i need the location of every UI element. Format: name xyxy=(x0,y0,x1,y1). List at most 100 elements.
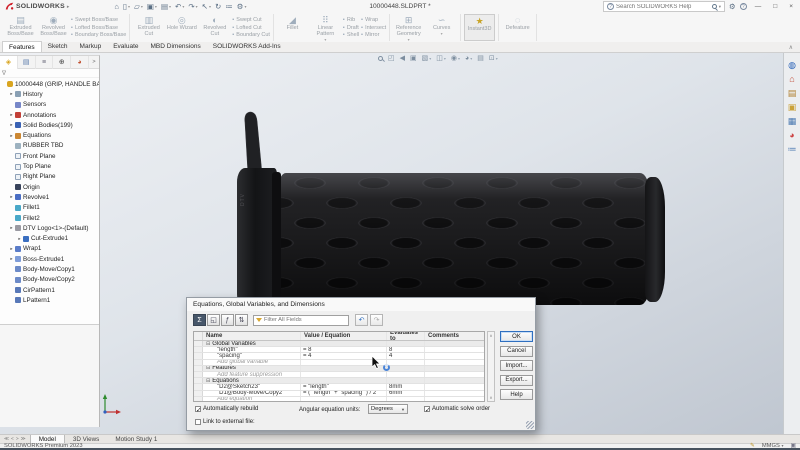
cell-name[interactable]: Add equation xyxy=(203,397,301,402)
tree-item-history[interactable]: ▸History xyxy=(0,89,99,99)
cell-comment[interactable] xyxy=(425,384,484,389)
expand-arrow-icon[interactable]: ▸ xyxy=(9,256,14,262)
help-search-box[interactable]: ? ▾ xyxy=(603,1,725,12)
column-header-value-equation[interactable]: Value / Equation xyxy=(301,332,387,340)
filter-box[interactable] xyxy=(253,315,349,326)
tab-nav-arrows[interactable]: ≪<>≫ xyxy=(0,437,30,442)
cell-name[interactable]: ⊟Equations xyxy=(203,378,301,383)
ribbon-swept-cut-button[interactable]: ▪Swept Cut xyxy=(232,16,270,24)
save-button[interactable]: ▣▾ xyxy=(147,2,157,11)
tab-propertymanager[interactable]: ▤ xyxy=(18,56,36,69)
manager-tabs-overflow[interactable]: > xyxy=(89,59,99,65)
options-button[interactable]: ⚙▾ xyxy=(237,2,247,11)
cell-comment[interactable] xyxy=(425,366,484,371)
rebuild-button[interactable]: ↻ xyxy=(215,2,221,11)
ribbon-wrap-button[interactable]: ▪Wrap xyxy=(361,16,386,24)
cell-comment[interactable] xyxy=(425,353,484,358)
cell-value[interactable] xyxy=(301,397,387,402)
ribbon-defeature-button[interactable]: ◌Defeature xyxy=(502,14,533,41)
auto-rebuild-checkbox[interactable]: Automatically rebuild xyxy=(195,406,258,412)
tree-item-sensors[interactable]: Sensors xyxy=(0,100,99,110)
search-icon[interactable] xyxy=(712,4,717,9)
cell-comment[interactable] xyxy=(425,372,484,377)
logo-caret-icon[interactable]: ▸ xyxy=(67,4,70,10)
appearances-icon[interactable]: ◕ xyxy=(789,130,794,140)
cancel-button[interactable]: Cancel xyxy=(500,346,533,357)
ribbon-curves-button[interactable]: ∽Curves▾ xyxy=(426,14,457,41)
tab-solidworks-add-ins[interactable]: SOLIDWORKS Add-Ins xyxy=(207,41,287,52)
tab-features[interactable]: Features xyxy=(2,41,42,52)
ribbon-extruded-cut-button[interactable]: ▥Extruded Cut xyxy=(133,14,164,41)
design-library-icon[interactable]: ▤ xyxy=(788,88,797,98)
help-search-input[interactable] xyxy=(616,4,710,10)
ribbon-boundary-boss-base-button[interactable]: ▪Boundary Boss/Base xyxy=(71,31,126,39)
row-selector[interactable] xyxy=(194,384,203,389)
auto-solve-check-icon[interactable] xyxy=(424,406,430,412)
cell-comment[interactable] xyxy=(425,378,484,383)
tree-item-cirpattern1[interactable]: CirPattern1 xyxy=(0,285,99,295)
import-button[interactable]: Import... xyxy=(500,360,533,371)
ribbon-draft-button[interactable]: ▪Draft xyxy=(343,24,359,32)
tree-item-front-plane[interactable]: Front Plane xyxy=(0,151,99,161)
table-scrollbar[interactable]: ∧∨ xyxy=(487,331,495,402)
link-external-check-icon[interactable] xyxy=(195,419,201,425)
column-header-name[interactable]: Name xyxy=(203,332,301,340)
link-external-checkbox[interactable]: Link to external file: xyxy=(195,419,255,425)
cell-value[interactable] xyxy=(301,341,387,346)
column-header-evaluates-to[interactable]: Evaluates to xyxy=(387,332,425,340)
row-selector[interactable] xyxy=(194,353,203,358)
cell-comment[interactable] xyxy=(425,391,484,396)
3dexperience-icon[interactable]: ◍ xyxy=(788,60,796,70)
row-selector[interactable] xyxy=(194,372,203,377)
dimension-view-button[interactable]: ƒ xyxy=(221,314,234,326)
cell-name[interactable]: "length" xyxy=(203,347,301,352)
home-button[interactable]: ⌂ xyxy=(114,2,119,11)
redo-button[interactable]: ↷ xyxy=(370,314,383,326)
ribbon-instant3d-button[interactable]: ★Instant3D xyxy=(464,14,495,41)
cell-comment[interactable] xyxy=(425,347,484,352)
cell-name[interactable]: "D2@Sketch23" xyxy=(203,384,301,389)
tab-featuremanager[interactable]: ◈ xyxy=(0,56,18,69)
tree-item-origin[interactable]: Origin xyxy=(0,182,99,192)
ribbon-hole-wizard-button[interactable]: ◎Hole Wizard xyxy=(166,14,197,41)
angular-units-dropdown[interactable]: Degrees ▼ xyxy=(368,404,408,414)
open-button[interactable]: ▱▾ xyxy=(134,2,143,11)
options-gear-icon[interactable]: ⚙ xyxy=(729,2,736,11)
undo-button[interactable]: ↶▾ xyxy=(175,2,184,11)
row-selector[interactable] xyxy=(194,347,203,352)
row-selector[interactable] xyxy=(194,341,203,346)
ordered-view-button[interactable]: ⇅ xyxy=(235,314,248,326)
close-button[interactable]: × xyxy=(785,3,797,10)
display-style-button[interactable]: ◫▾ xyxy=(436,54,446,62)
expand-arrow-icon[interactable]: ▸ xyxy=(17,236,22,242)
help-button[interactable]: Help xyxy=(500,389,533,400)
undo-button[interactable]: ↶ xyxy=(355,314,368,326)
dialog-title[interactable]: Equations, Global Variables, and Dimensi… xyxy=(187,298,535,311)
ribbon-lofted-boss-base-button[interactable]: ▪Lofted Boss/Base xyxy=(71,24,126,32)
tab-sketch[interactable]: Sketch xyxy=(42,41,74,52)
column-header-comments[interactable]: Comments xyxy=(425,332,484,340)
cell-value[interactable]: = 8 xyxy=(301,347,387,352)
ribbon-rib-button[interactable]: ▪Rib xyxy=(343,16,359,24)
ribbon-extruded-boss-base-button[interactable]: ▤Extruded Boss/Base xyxy=(5,14,36,41)
ribbon-linear-pattern-button[interactable]: ⠿Linear Pattern▾ xyxy=(310,14,341,41)
tree-item-revolve1[interactable]: ▸Revolve1 xyxy=(0,192,99,202)
tab-configurationmanager[interactable]: ≡ xyxy=(36,56,54,69)
cell-name[interactable]: "spacing" xyxy=(203,353,301,358)
zoom-area-button[interactable]: ◰ xyxy=(388,54,395,62)
view-orientation-button[interactable]: ▧▾ xyxy=(422,54,432,62)
expand-arrow-icon[interactable]: ▸ xyxy=(9,133,14,139)
export-button[interactable]: Export... xyxy=(500,375,533,386)
ribbon-shell-button[interactable]: ▪Shell xyxy=(343,31,359,39)
expand-arrow-icon[interactable]: ▸ xyxy=(9,246,14,252)
cell-value[interactable]: = "length" xyxy=(301,384,387,389)
collapse-icon[interactable]: ⊟ xyxy=(206,341,210,346)
edit-appearance-button[interactable]: ◕▾ xyxy=(465,55,472,62)
ribbon-mirror-button[interactable]: ▪Mirror xyxy=(361,31,386,39)
tree-item-body-move-copy2[interactable]: Body-Move/Copy2 xyxy=(0,275,99,285)
custom-properties-icon[interactable]: ≔ xyxy=(788,144,797,154)
hide-show-items-button[interactable]: ◉▾ xyxy=(451,54,460,62)
minimize-button[interactable]: — xyxy=(751,3,766,10)
new-button[interactable]: ▯▾ xyxy=(123,2,130,11)
section-view-button[interactable]: ▣ xyxy=(410,54,417,62)
